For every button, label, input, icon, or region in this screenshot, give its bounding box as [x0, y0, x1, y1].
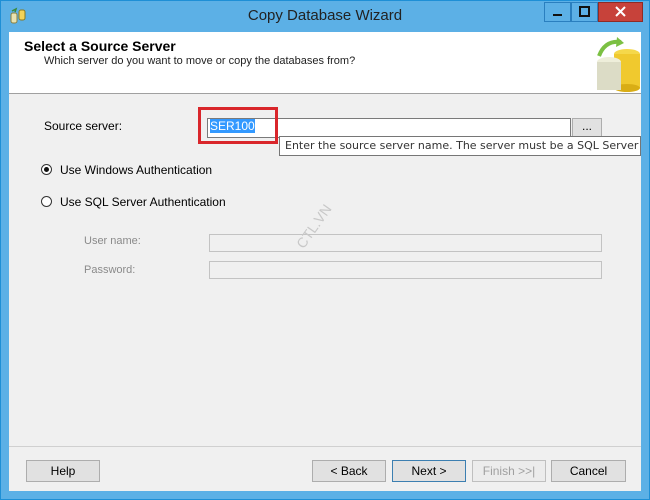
minimize-button[interactable] — [544, 2, 571, 22]
sql-auth-radio[interactable] — [41, 196, 52, 207]
windows-auth-label[interactable]: Use Windows Authentication — [60, 163, 212, 177]
password-label: Password: — [84, 264, 136, 276]
page-title: Select a Source Server — [24, 38, 176, 54]
windows-auth-radio[interactable] — [41, 164, 52, 175]
page-subtitle: Which server do you want to move or copy… — [44, 55, 356, 67]
wizard-body: Select a Source Server Which server do y… — [9, 32, 641, 491]
database-graphic-icon — [587, 34, 641, 92]
title-bar[interactable]: Copy Database Wizard — [1, 1, 649, 32]
sql-auth-label[interactable]: Use SQL Server Authentication — [60, 195, 226, 209]
footer-divider — [9, 446, 641, 447]
minimize-icon — [553, 14, 562, 16]
finish-button[interactable]: Finish >>| — [472, 460, 546, 482]
cancel-button[interactable]: Cancel — [551, 460, 626, 482]
source-server-tooltip: Enter the source server name. The server… — [279, 136, 641, 156]
wizard-window: Copy Database Wizard Select a Source Ser… — [0, 0, 650, 500]
browse-server-button[interactable]: ... — [572, 118, 602, 138]
next-button[interactable]: Next > — [392, 460, 466, 482]
help-button[interactable]: Help — [26, 460, 100, 482]
maximize-button[interactable] — [571, 2, 598, 22]
close-button[interactable] — [598, 2, 643, 22]
maximize-icon — [579, 6, 590, 17]
close-icon — [615, 6, 626, 17]
username-label: User name: — [84, 235, 141, 247]
back-button[interactable]: < Back — [312, 460, 386, 482]
password-field[interactable] — [209, 261, 602, 279]
highlight-box — [198, 107, 278, 144]
username-field[interactable] — [209, 234, 602, 252]
source-server-label: Source server: — [44, 119, 123, 133]
wizard-header: Select a Source Server Which server do y… — [9, 32, 641, 94]
